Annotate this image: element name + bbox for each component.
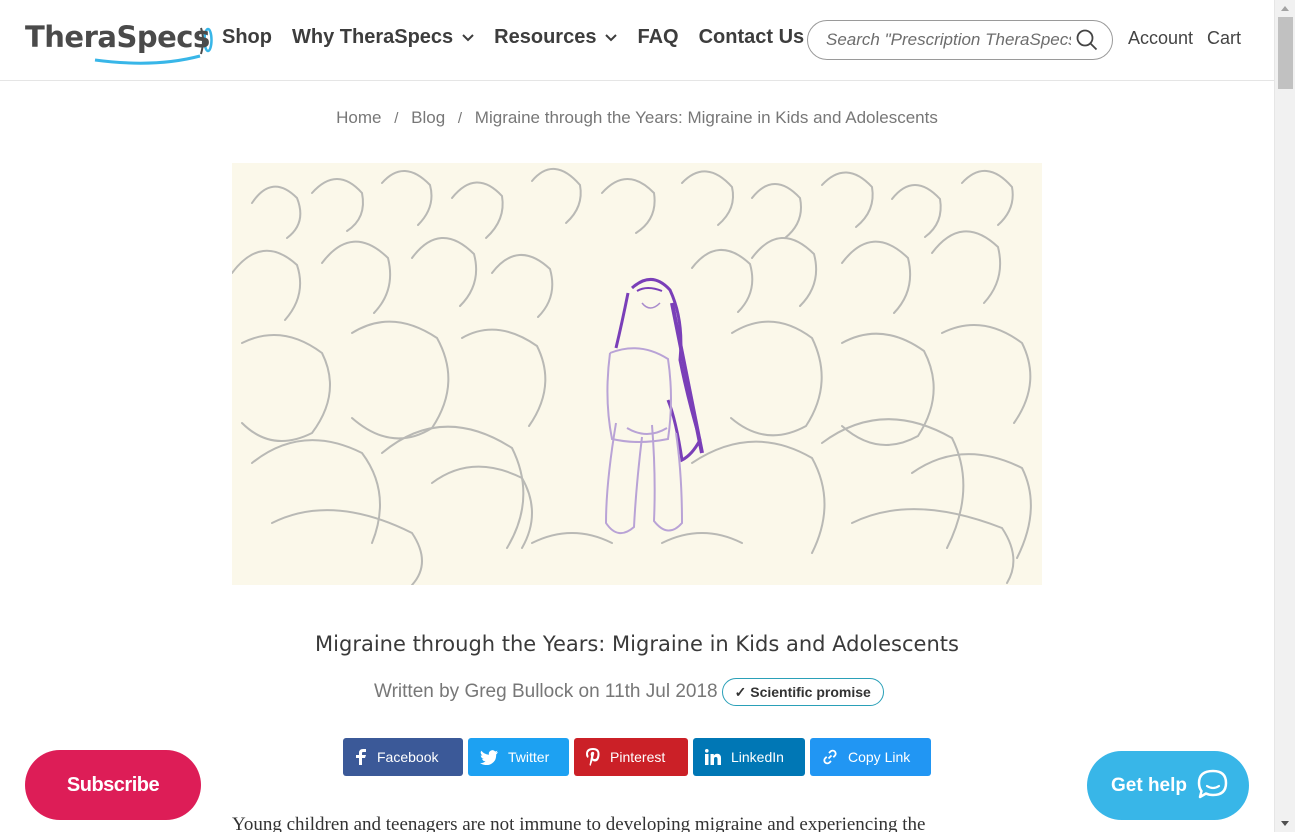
twitter-icon (480, 749, 498, 765)
nav-faq-label: FAQ (637, 26, 679, 48)
share-linkedin-button[interactable]: LinkedIn (693, 738, 805, 776)
pinterest-icon (586, 748, 600, 766)
share-pinterest-button[interactable]: Pinterest (574, 738, 688, 776)
breadcrumb-home[interactable]: Home (336, 108, 381, 128)
article-byline: Written by Greg Bullock on 11th Jul 2018… (374, 678, 884, 706)
breadcrumb-separator: / (394, 110, 399, 127)
article-title: Migraine through the Years: Migraine in … (315, 632, 959, 656)
share-linkedin-label: LinkedIn (731, 749, 784, 765)
logo-wordmark: TheraSpecs (25, 20, 210, 54)
link-icon (823, 749, 837, 765)
nav-resources-label: Resources (494, 26, 597, 48)
search-input[interactable] (826, 30, 1071, 50)
breadcrumb-current: Migraine through the Years: Migraine in … (474, 108, 938, 127)
nav-shop[interactable]: Shop (222, 26, 272, 49)
chevron-down-icon (462, 33, 474, 41)
nav-why-theraspecs-label: Why TheraSpecs (292, 26, 454, 48)
hero-illustration (232, 163, 1042, 585)
byline-text: Written by Greg Bullock on 11th Jul 2018 (374, 681, 718, 702)
crowd-illustration (232, 167, 1032, 585)
breadcrumb-separator: / (457, 110, 463, 127)
get-help-button[interactable]: Get help (1087, 751, 1249, 820)
share-facebook-label: Facebook (377, 749, 439, 765)
linkedin-icon (705, 749, 721, 765)
copy-link-label: Copy Link (848, 749, 911, 765)
share-twitter-label: Twitter (508, 749, 550, 765)
cart-link[interactable]: Cart (1207, 28, 1241, 49)
chat-bubble-icon (1197, 769, 1228, 799)
theraspecs-logo[interactable]: TheraSpecs (25, 18, 215, 66)
copy-link-button[interactable]: Copy Link (810, 738, 931, 776)
girl-figure (604, 278, 704, 534)
facebook-icon (356, 749, 366, 765)
scroll-down-arrow-icon[interactable] (1281, 821, 1289, 826)
chevron-down-icon (605, 33, 618, 41)
nav-resources[interactable]: Resources (494, 26, 618, 49)
nav-faq[interactable]: FAQ (637, 26, 678, 49)
scrollbar-thumb[interactable] (1278, 17, 1293, 89)
site-header: TheraSpecs Shop Why TheraSpecs Resources… (0, 0, 1274, 81)
get-help-label: Get help (1111, 774, 1188, 796)
share-twitter-button[interactable]: Twitter (468, 738, 569, 776)
nav-shop-label: Shop (222, 26, 272, 48)
page-scrollbar[interactable] (1274, 0, 1295, 832)
search-box (807, 20, 1113, 60)
share-pinterest-label: Pinterest (610, 749, 666, 765)
scientific-promise-badge[interactable]: ✓ Scientific promise (721, 678, 884, 706)
nav-contact-us[interactable]: Contact Us (699, 26, 805, 49)
scroll-up-arrow-icon[interactable] (1281, 6, 1289, 11)
share-facebook-button[interactable]: Facebook (343, 738, 463, 776)
subscribe-button[interactable]: Subscribe (25, 750, 201, 820)
breadcrumb-blog[interactable]: Blog (411, 108, 445, 128)
search-icon[interactable] (1076, 29, 1098, 51)
account-link[interactable]: Account (1128, 28, 1193, 49)
nav-contact-us-label: Contact Us (698, 26, 805, 48)
article-intro-text: Young children and teenagers are not imm… (232, 814, 926, 832)
main-nav: Shop Why TheraSpecs Resources FAQ Contac… (222, 26, 824, 49)
breadcrumb: Home / Blog / Migraine through the Years… (0, 108, 1274, 128)
nav-why-theraspecs[interactable]: Why TheraSpecs (292, 26, 474, 49)
